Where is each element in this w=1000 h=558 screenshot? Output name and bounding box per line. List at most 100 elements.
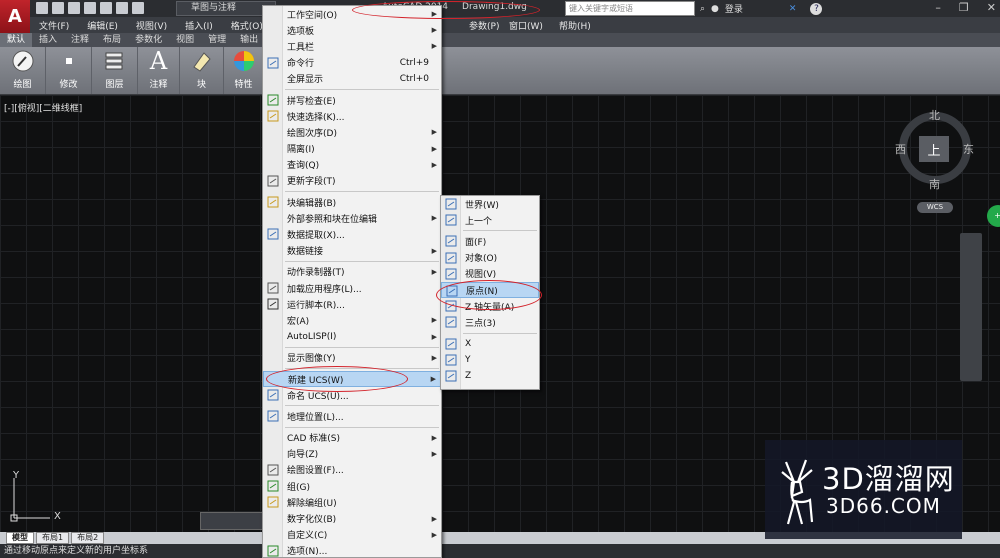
wcs-menu-button[interactable]: WCS bbox=[917, 202, 953, 213]
tools-menu-item[interactable]: 查询(Q) ▶ bbox=[263, 157, 441, 173]
tools-menu-item[interactable]: 宏(A) ▶ bbox=[263, 312, 441, 328]
tab-default[interactable]: 默认 bbox=[0, 33, 33, 47]
tools-menu-item-label: 数字化仪(B) bbox=[287, 515, 337, 526]
tools-menu-item[interactable]: AutoLISP(I) ▶ bbox=[263, 329, 441, 345]
binoculars-icon[interactable]: ⌕ bbox=[700, 4, 705, 14]
ucs-submenu-item[interactable]: 三点(3) bbox=[441, 314, 539, 330]
tools-menu-item[interactable]: 向导(Z) ▶ bbox=[263, 446, 441, 462]
panel-properties[interactable]: 特性 bbox=[224, 47, 264, 94]
tab-parametric[interactable]: 参数化 bbox=[128, 33, 169, 47]
viewcube-east[interactable]: 东 bbox=[963, 141, 974, 157]
restore-icon[interactable]: ❐ bbox=[959, 1, 969, 14]
tools-menu-item[interactable]: 数据链接 ▶ bbox=[263, 243, 441, 259]
ucs-submenu-item[interactable]: X bbox=[441, 336, 539, 352]
tab-insert[interactable]: 插入 bbox=[32, 33, 64, 47]
viewport-controls[interactable]: [-][俯视][二维线框] bbox=[4, 101, 82, 114]
new-icon[interactable] bbox=[36, 2, 48, 14]
tools-menu-item[interactable]: 数字化仪(B) ▶ bbox=[263, 510, 441, 526]
tools-menu: 工作空间(O) ▶ 选项板 ▶ 工具栏 ▶ 命令行 Ctrl+9 全屏显示 Ctrl+0 拼写检查(… bbox=[262, 5, 442, 558]
user-icon[interactable]: ● bbox=[711, 4, 719, 14]
tools-menu-item[interactable]: 加载应用程序(L)... bbox=[263, 280, 441, 296]
print-icon[interactable] bbox=[100, 2, 112, 14]
help-icon[interactable]: ? bbox=[810, 2, 823, 15]
workspace-selector[interactable]: 草图与注释 bbox=[176, 1, 276, 16]
tools-menu-item[interactable]: 更新字段(T) bbox=[263, 173, 441, 189]
tools-menu-item[interactable]: 数据提取(X)... bbox=[263, 226, 441, 242]
tools-menu-item[interactable]: 选项(N)... bbox=[263, 543, 441, 558]
ucs-submenu-item[interactable]: 世界(W) bbox=[441, 196, 539, 212]
tab-model[interactable]: 模型 bbox=[6, 532, 34, 544]
navigation-bar[interactable] bbox=[960, 233, 982, 381]
tools-menu-item[interactable]: 全屏显示 Ctrl+0 bbox=[263, 71, 441, 87]
viewcube-top-face[interactable]: 上 bbox=[919, 136, 949, 162]
search-input[interactable]: 键入关键字或短语 bbox=[565, 1, 695, 16]
save-as-icon[interactable] bbox=[84, 2, 96, 14]
exchange-icon[interactable]: ✕ bbox=[789, 4, 797, 14]
redo-icon[interactable] bbox=[132, 2, 144, 14]
undo-icon[interactable] bbox=[116, 2, 128, 14]
viewcube-west[interactable]: 西 bbox=[895, 141, 906, 157]
tools-menu-item-label: AutoLISP(I) bbox=[287, 331, 337, 342]
panel-annotation[interactable]: A 注释 bbox=[138, 47, 180, 94]
tools-menu-item-label: 隔离(I) bbox=[287, 145, 315, 156]
ucs-submenu-item[interactable]: Z bbox=[441, 368, 539, 384]
tools-menu-item[interactable]: 工具栏 ▶ bbox=[263, 38, 441, 54]
menu-edit[interactable]: 编辑(E) bbox=[78, 19, 127, 32]
ucs-submenu-item[interactable]: 对象(O) bbox=[441, 250, 539, 266]
submenu-arrow-icon: ▶ bbox=[431, 246, 437, 255]
ucs-x-label: X bbox=[54, 511, 61, 522]
tab-view[interactable]: 视图 bbox=[169, 33, 201, 47]
tools-menu-item[interactable]: 拼写检查(E) bbox=[263, 92, 441, 108]
ucs-submenu-item[interactable]: 上一个 bbox=[441, 212, 539, 228]
tools-menu-item-label: 组(G) bbox=[287, 482, 310, 493]
panel-draw[interactable]: 绘图 bbox=[0, 47, 46, 94]
options-icon bbox=[267, 545, 279, 557]
tab-layout1[interactable]: 布局1 bbox=[36, 532, 70, 544]
login-link[interactable]: 登录 bbox=[725, 2, 743, 15]
tools-menu-item[interactable]: 隔离(I) ▶ bbox=[263, 141, 441, 157]
tools-menu-item[interactable]: 命令行 Ctrl+9 bbox=[263, 55, 441, 71]
ucs-z-icon bbox=[445, 370, 457, 382]
ucs-submenu-item[interactable]: 面(F) bbox=[441, 233, 539, 249]
menu-help[interactable]: 帮助(H) bbox=[550, 19, 600, 32]
panel-modify[interactable]: 修改 bbox=[46, 47, 92, 94]
tools-menu-item[interactable]: CAD 标准(S) ▶ bbox=[263, 430, 441, 446]
tools-menu-item[interactable]: 运行脚本(R)... bbox=[263, 296, 441, 312]
submenu-arrow-icon: ▶ bbox=[431, 144, 437, 153]
tab-output[interactable]: 输出 bbox=[233, 33, 265, 47]
tools-menu-item-label: 工具栏 bbox=[287, 42, 315, 53]
tools-menu-item[interactable]: 动作录制器(T) ▶ bbox=[263, 264, 441, 280]
open-icon[interactable] bbox=[52, 2, 64, 14]
tools-menu-item[interactable]: 解除编组(U) bbox=[263, 494, 441, 510]
tools-menu-item[interactable]: 外部参照和块在位编辑 ▶ bbox=[263, 210, 441, 226]
tools-menu-item[interactable]: 显示图像(Y) ▶ bbox=[263, 350, 441, 366]
tools-menu-item[interactable]: 选项板 ▶ bbox=[263, 22, 441, 38]
save-icon[interactable] bbox=[68, 2, 80, 14]
tools-menu-item[interactable]: 块编辑器(B) bbox=[263, 194, 441, 210]
block-editor-icon bbox=[267, 196, 279, 208]
tools-menu-item[interactable]: 组(G) bbox=[263, 478, 441, 494]
minimize-icon[interactable]: – bbox=[935, 1, 941, 14]
ucs-submenu-item[interactable]: Y bbox=[441, 352, 539, 368]
tools-menu-item[interactable]: 绘图设置(F)... bbox=[263, 462, 441, 478]
viewcube-south[interactable]: 南 bbox=[929, 176, 940, 192]
tools-menu-item[interactable]: 自定义(C) ▶ bbox=[263, 527, 441, 543]
panel-layers[interactable]: 图层 bbox=[92, 47, 138, 94]
tools-menu-item[interactable]: 绘图次序(D) ▶ bbox=[263, 124, 441, 140]
viewcube-north[interactable]: 北 bbox=[929, 107, 940, 123]
app-menu-button[interactable]: A bbox=[0, 0, 30, 33]
menu-window[interactable]: 窗口(W) bbox=[500, 19, 552, 32]
tab-manage[interactable]: 管理 bbox=[201, 33, 233, 47]
tab-annotate[interactable]: 注释 bbox=[64, 33, 96, 47]
tab-layout[interactable]: 布局 bbox=[96, 33, 128, 47]
menu-view[interactable]: 视图(V) bbox=[127, 19, 176, 32]
panel-block[interactable]: 块 bbox=[180, 47, 224, 94]
menu-file[interactable]: 文件(F) bbox=[30, 19, 78, 32]
command-line[interactable] bbox=[200, 512, 270, 530]
menu-bar: 文件(F) 编辑(E) 视图(V) 插入(I) 格式(O) 参数(P) 窗口(W… bbox=[30, 17, 1000, 33]
menu-insert[interactable]: 插入(I) bbox=[176, 19, 222, 32]
tools-menu-item[interactable]: 地理位置(L)... bbox=[263, 408, 441, 424]
tools-menu-item[interactable]: 快速选择(K)... bbox=[263, 108, 441, 124]
tab-layout2[interactable]: 布局2 bbox=[71, 532, 105, 544]
close-icon[interactable]: ✕ bbox=[987, 1, 996, 14]
